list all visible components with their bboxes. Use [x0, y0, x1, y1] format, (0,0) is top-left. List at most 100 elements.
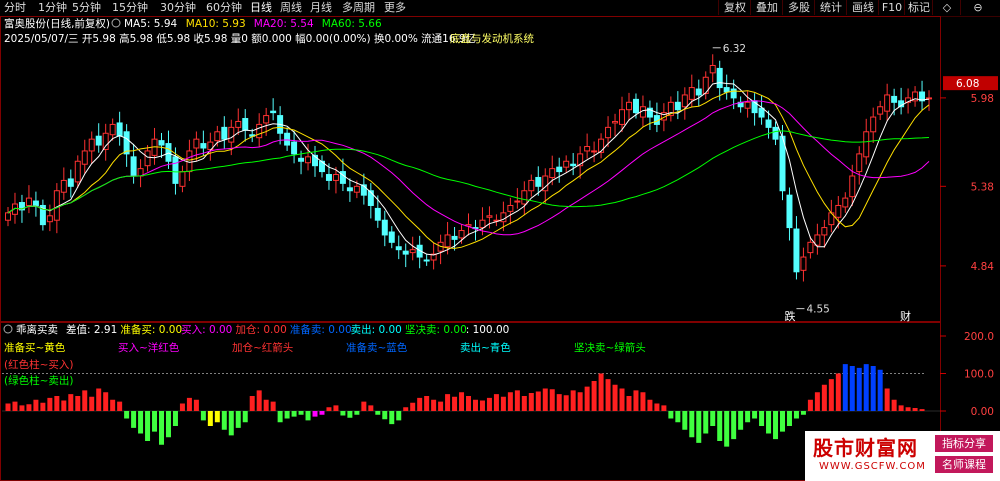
indicator-bar: [61, 400, 67, 411]
indicator-bar: [326, 407, 332, 411]
indicator-bar: [375, 411, 381, 415]
indicator-bar: [654, 403, 660, 411]
indicator-bar: [124, 411, 130, 419]
period-tab-9[interactable]: 多周期: [342, 1, 375, 15]
candle-body: [507, 204, 514, 212]
candle-body: [109, 123, 116, 136]
period-tab-0[interactable]: 分时: [4, 1, 26, 15]
period-tab-10[interactable]: 更多: [384, 1, 406, 15]
indicator-bar: [75, 396, 81, 411]
toolbar-button-4[interactable]: 画线: [846, 0, 879, 15]
indicator-bar: [103, 392, 109, 411]
period-tab-4[interactable]: 30分钟: [160, 1, 196, 15]
candle-body: [235, 120, 242, 128]
indicator-collapse-icon[interactable]: [3, 324, 13, 334]
candle-body: [116, 122, 123, 137]
indicator-legend-0: 准备买~黄色: [4, 341, 66, 354]
candle-body: [521, 190, 528, 205]
candle-body: [74, 160, 81, 183]
indicator-bar: [717, 411, 723, 441]
indicator-bar: [459, 392, 465, 411]
indicator-bar: [263, 399, 269, 411]
indicator-bar: [682, 411, 688, 430]
indicator-bar: [745, 411, 751, 423]
candle-body: [584, 146, 591, 152]
indicator-bar: [424, 396, 430, 411]
indicator-axis-label: 200.0: [964, 331, 994, 343]
candle-body: [444, 234, 451, 248]
indicator-bar: [773, 411, 779, 440]
toolbar-button-0[interactable]: 复权: [718, 0, 751, 15]
candle-body: [298, 157, 305, 162]
indicator-bar: [849, 366, 855, 411]
indicator-bar: [598, 373, 604, 411]
indicator-bar: [333, 405, 339, 411]
toolbar-button-6[interactable]: 标记: [904, 0, 933, 15]
candle-body: [870, 116, 877, 133]
indicator-bar: [828, 379, 834, 411]
candle-body: [46, 215, 53, 223]
candle-body: [325, 174, 332, 181]
indicator-bar: [710, 411, 716, 426]
indicator-bar: [417, 397, 423, 411]
period-tab-2[interactable]: 5分钟: [72, 1, 101, 15]
indicator-value-0: 差值: 2.91: [66, 323, 117, 336]
toolbar-button-3[interactable]: 统计: [814, 0, 847, 15]
watermark-tag-share[interactable]: 指标分享: [935, 435, 993, 452]
period-tab-1[interactable]: 1分钟: [38, 1, 67, 15]
indicator-bar: [186, 397, 192, 411]
candle-body: [193, 138, 200, 149]
period-tab-5[interactable]: 60分钟: [206, 1, 242, 15]
indicator-bar: [431, 399, 437, 411]
indicator-name: 乖离买卖: [16, 323, 58, 336]
candle-body: [88, 138, 95, 152]
candle-body: [221, 126, 228, 140]
candle-body: [402, 250, 409, 255]
chart-canvas[interactable]: 5.98 5.38 4.84 6.08 6.32 4.55 跌 财 富奥股份(日线,前复权) MA…: [0, 16, 1000, 481]
candle-body: [556, 166, 563, 173]
candle-body: [102, 132, 109, 150]
indicator-bar: [340, 411, 346, 416]
toolbar-button-8[interactable]: ⊖: [960, 0, 995, 15]
indicator-bar: [835, 373, 841, 411]
high-price-label: 6.32: [723, 43, 746, 55]
indicator-bar: [354, 411, 360, 415]
indicator-bar: [800, 411, 806, 415]
indicator-bar: [842, 364, 848, 411]
candle-body: [228, 126, 235, 143]
candle-body: [305, 156, 312, 164]
toolbar-button-1[interactable]: 叠加: [750, 0, 783, 15]
toolbar-button-2[interactable]: 多股: [782, 0, 815, 15]
period-tab-3[interactable]: 15分钟: [112, 1, 148, 15]
indicator-bar: [207, 411, 213, 426]
indicator-bar: [563, 395, 569, 411]
indicator-bar: [256, 390, 262, 411]
collapse-icon[interactable]: [111, 18, 121, 28]
candle-body: [451, 235, 458, 240]
indicator-bar: [891, 399, 897, 411]
indicator-bar: [347, 411, 353, 418]
indicator-bar: [221, 411, 227, 430]
toolbar-button-5[interactable]: F10: [878, 0, 905, 15]
period-tab-6[interactable]: 日线: [250, 1, 272, 15]
indicator-bar: [759, 411, 765, 426]
indicator-bar: [605, 379, 611, 411]
period-tab-7[interactable]: 周线: [280, 1, 302, 15]
indicator-value-1: 准备买: 0.00: [120, 323, 182, 336]
indicator-bar: [145, 411, 151, 441]
indicator-bar: [445, 394, 451, 411]
candle-body: [186, 150, 193, 173]
candle-body: [632, 98, 639, 114]
indicator-bar: [486, 397, 492, 411]
indicator-bar: [152, 411, 158, 432]
watermark-title: 股市财富网: [813, 436, 918, 460]
toolbar-button-7[interactable]: ◇: [932, 0, 961, 15]
candle-body: [263, 115, 270, 124]
candle-body: [549, 168, 556, 178]
indicator-bar: [786, 411, 792, 426]
period-tab-8[interactable]: 月线: [310, 1, 332, 15]
watermark-tag-course[interactable]: 名师课程: [935, 456, 993, 473]
indicator-bar: [68, 394, 74, 411]
candle-body: [730, 88, 737, 99]
candle-body: [332, 174, 339, 181]
